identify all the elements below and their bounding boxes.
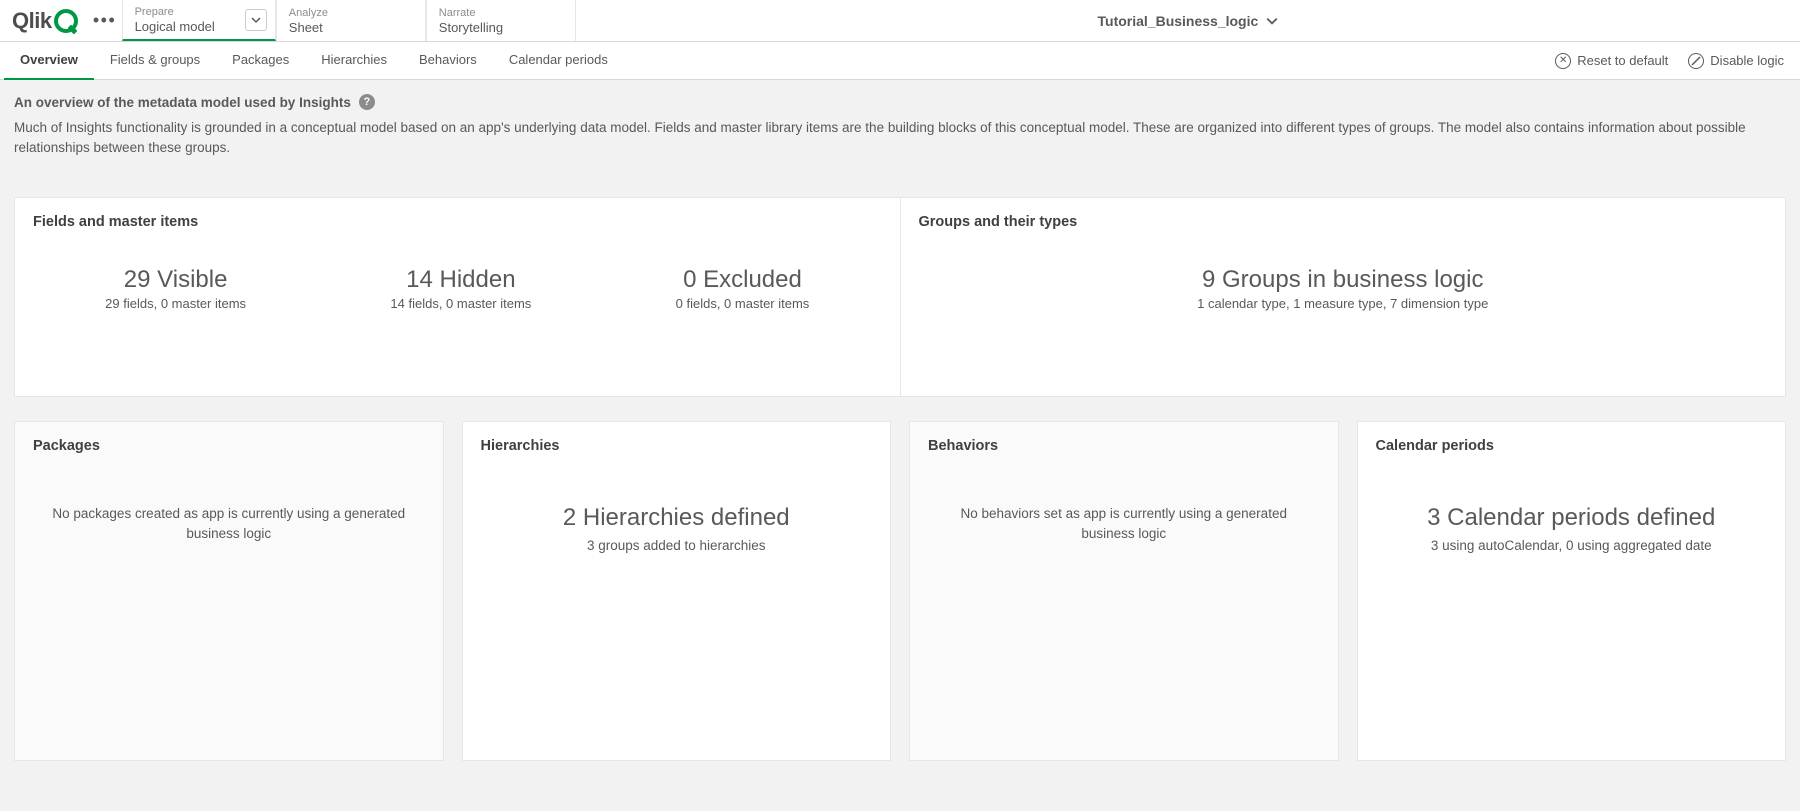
top-bar: Qlik ••• Prepare Logical model Analyze S…: [0, 0, 1800, 42]
disable-label: Disable logic: [1710, 53, 1784, 68]
sub-tab-bar: Overview Fields & groups Packages Hierar…: [0, 42, 1800, 80]
subtab-hierarchies[interactable]: Hierarchies: [305, 42, 403, 80]
subtab-calendar-periods[interactable]: Calendar periods: [493, 42, 624, 80]
tab-prepare[interactable]: Prepare Logical model: [122, 0, 276, 41]
stat-excluded: 0 Excluded 0 fields, 0 master items: [676, 266, 810, 311]
subtab-fields-groups[interactable]: Fields & groups: [94, 42, 216, 80]
card-title: Fields and master items: [33, 214, 882, 230]
stat-visible-sub: 29 fields, 0 master items: [105, 296, 246, 311]
sub-actions: ✕ Reset to default Disable logic: [1555, 53, 1800, 69]
reset-icon: ✕: [1555, 53, 1571, 69]
hierarchies-big: 2 Hierarchies defined: [499, 504, 855, 533]
app-title-text: Tutorial_Business_logic: [1098, 13, 1259, 29]
stat-hidden-sub: 14 fields, 0 master items: [390, 296, 531, 311]
description-body: Much of Insights functionality is ground…: [14, 118, 1786, 159]
stat-visible-big: 29 Visible: [105, 266, 246, 294]
subtab-behaviors[interactable]: Behaviors: [403, 42, 493, 80]
stat-visible: 29 Visible 29 fields, 0 master items: [105, 266, 246, 311]
card-title: Packages: [33, 438, 425, 454]
hierarchies-body: 2 Hierarchies defined 3 groups added to …: [481, 504, 873, 557]
logo[interactable]: Qlik: [0, 0, 88, 41]
stat-excluded-big: 0 Excluded: [676, 266, 810, 294]
overview-summary-row: Fields and master items 29 Visible 29 fi…: [14, 197, 1786, 397]
groups-sub: 1 calendar type, 1 measure type, 7 dimen…: [1197, 296, 1488, 311]
card-title: Calendar periods: [1376, 438, 1768, 454]
subtab-packages[interactable]: Packages: [216, 42, 305, 80]
description-title-row: An overview of the metadata model used b…: [14, 94, 1786, 110]
fields-master-items-card: Fields and master items 29 Visible 29 fi…: [15, 198, 901, 396]
tab-narrate-big: Storytelling: [439, 20, 515, 35]
calendar-periods-card: Calendar periods 3 Calendar periods defi…: [1357, 421, 1787, 761]
card-title: Hierarchies: [481, 438, 873, 454]
card-title: Groups and their types: [919, 214, 1768, 230]
groups-big: 9 Groups in business logic: [1202, 266, 1483, 294]
sub-tabs: Overview Fields & groups Packages Hierar…: [0, 42, 624, 80]
reset-label: Reset to default: [1577, 53, 1668, 68]
groups-stat: 9 Groups in business logic 1 calendar ty…: [919, 266, 1768, 311]
stat-hidden: 14 Hidden 14 fields, 0 master items: [390, 266, 531, 311]
logo-icon: [54, 9, 78, 33]
tab-narrate[interactable]: Narrate Storytelling: [426, 0, 576, 41]
tab-narrate-small: Narrate: [439, 7, 515, 19]
behaviors-body: No behaviors set as app is currently usi…: [928, 504, 1320, 545]
disable-logic-button[interactable]: Disable logic: [1688, 53, 1784, 69]
overview-detail-row: Packages No packages created as app is c…: [14, 421, 1786, 761]
groups-types-card: Groups and their types 9 Groups in busin…: [901, 198, 1786, 396]
packages-card: Packages No packages created as app is c…: [14, 421, 444, 761]
hierarchies-sub: 3 groups added to hierarchies: [499, 536, 855, 556]
disable-icon: [1688, 53, 1704, 69]
app-title-dropdown[interactable]: Tutorial_Business_logic: [576, 0, 1800, 41]
stat-excluded-sub: 0 fields, 0 master items: [676, 296, 810, 311]
packages-body: No packages created as app is currently …: [33, 504, 425, 545]
fields-stats: 29 Visible 29 fields, 0 master items 14 …: [33, 266, 882, 311]
calendar-big: 3 Calendar periods defined: [1394, 504, 1750, 533]
chevron-down-icon[interactable]: [245, 9, 267, 31]
behaviors-card: Behaviors No behaviors set as app is cur…: [909, 421, 1339, 761]
tab-analyze-small: Analyze: [289, 7, 365, 19]
calendar-body: 3 Calendar periods defined 3 using autoC…: [1376, 504, 1768, 557]
logo-text: Qlik: [12, 8, 52, 34]
hierarchies-card: Hierarchies 2 Hierarchies defined 3 grou…: [462, 421, 892, 761]
tab-analyze[interactable]: Analyze Sheet: [276, 0, 426, 41]
more-menu-button[interactable]: •••: [88, 0, 122, 41]
tab-analyze-big: Sheet: [289, 20, 365, 35]
help-icon[interactable]: ?: [359, 94, 375, 110]
stat-hidden-big: 14 Hidden: [390, 266, 531, 294]
chevron-down-icon: [1266, 15, 1278, 27]
description-area: An overview of the metadata model used b…: [0, 80, 1800, 169]
subtab-overview[interactable]: Overview: [4, 42, 94, 80]
tab-prepare-small: Prepare: [135, 6, 215, 18]
tab-prepare-big: Logical model: [135, 19, 215, 34]
description-title: An overview of the metadata model used b…: [14, 95, 351, 110]
card-title: Behaviors: [928, 438, 1320, 454]
calendar-sub: 3 using autoCalendar, 0 using aggregated…: [1394, 536, 1750, 556]
mode-tabs: Prepare Logical model Analyze Sheet Narr…: [122, 0, 576, 41]
reset-button[interactable]: ✕ Reset to default: [1555, 53, 1668, 69]
